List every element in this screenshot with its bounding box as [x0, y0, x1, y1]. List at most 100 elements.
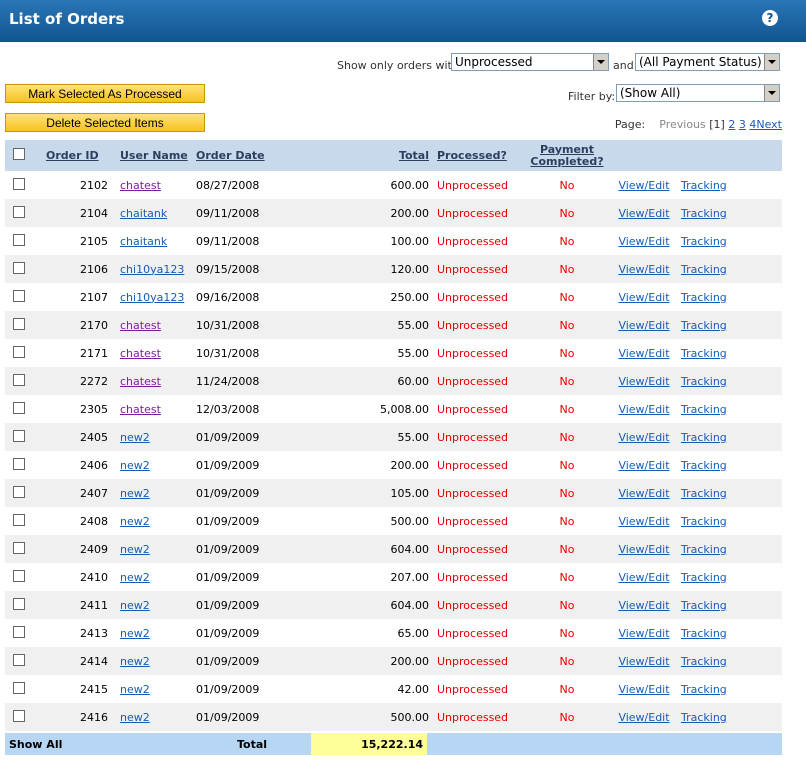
user-name-link[interactable]: new2 — [120, 459, 150, 472]
tracking-link[interactable]: Tracking — [681, 319, 727, 332]
user-name-link[interactable]: chatest — [120, 319, 161, 332]
view-edit-link[interactable]: View/Edit — [618, 711, 669, 724]
tracking-link[interactable]: Tracking — [681, 515, 727, 528]
row-checkbox[interactable] — [13, 597, 25, 610]
col-processed[interactable]: Processed? — [433, 140, 525, 171]
user-name-link[interactable]: new2 — [120, 711, 150, 724]
row-checkbox[interactable] — [13, 513, 25, 526]
view-edit-link[interactable]: View/Edit — [618, 291, 669, 304]
user-name-link[interactable]: chatest — [120, 179, 161, 192]
select-all-checkbox[interactable] — [13, 148, 25, 160]
tracking-link[interactable]: Tracking — [681, 347, 727, 360]
filter-by-select[interactable]: (Show All) — [616, 84, 780, 102]
tracking-cell: Tracking — [679, 339, 782, 367]
view-edit-link[interactable]: View/Edit — [618, 627, 669, 640]
view-edit-link[interactable]: View/Edit — [618, 431, 669, 444]
view-edit-link[interactable]: View/Edit — [618, 599, 669, 612]
view-edit-link[interactable]: View/Edit — [618, 543, 669, 556]
tracking-link[interactable]: Tracking — [681, 543, 727, 556]
row-checkbox[interactable] — [13, 457, 25, 470]
col-total[interactable]: Total — [304, 140, 433, 171]
row-checkbox[interactable] — [13, 541, 25, 554]
tracking-link[interactable]: Tracking — [681, 375, 727, 388]
user-name-link[interactable]: chi10ya123 — [120, 291, 184, 304]
tracking-link[interactable]: Tracking — [681, 599, 727, 612]
row-checkbox[interactable] — [13, 205, 25, 218]
user-name-link[interactable]: chaitank — [120, 207, 167, 220]
user-name-link[interactable]: new2 — [120, 543, 150, 556]
user-name-link[interactable]: chi10ya123 — [120, 263, 184, 276]
pager-next[interactable]: Next — [756, 118, 782, 131]
tracking-link[interactable]: Tracking — [681, 683, 727, 696]
user-name-link[interactable]: new2 — [120, 627, 150, 640]
row-checkbox[interactable] — [13, 485, 25, 498]
tracking-link[interactable]: Tracking — [681, 403, 727, 416]
user-name-link[interactable]: new2 — [120, 599, 150, 612]
user-name-link[interactable]: new2 — [120, 571, 150, 584]
view-edit-link[interactable]: View/Edit — [618, 207, 669, 220]
row-checkbox[interactable] — [13, 653, 25, 666]
user-name-link[interactable]: chaitank — [120, 235, 167, 248]
tracking-link[interactable]: Tracking — [681, 179, 727, 192]
payment-status-select[interactable]: (All Payment Status) — [635, 53, 780, 71]
view-edit-link[interactable]: View/Edit — [618, 683, 669, 696]
tracking-link[interactable]: Tracking — [681, 207, 727, 220]
user-name-link[interactable]: new2 — [120, 431, 150, 444]
tracking-link[interactable]: Tracking — [681, 291, 727, 304]
help-icon[interactable]: ? — [762, 10, 778, 26]
user-name-link[interactable]: chatest — [120, 347, 161, 360]
view-edit-link[interactable]: View/Edit — [618, 403, 669, 416]
view-edit-link[interactable]: View/Edit — [618, 515, 669, 528]
tracking-link[interactable]: Tracking — [681, 487, 727, 500]
view-edit-link[interactable]: View/Edit — [618, 375, 669, 388]
row-checkbox[interactable] — [13, 177, 25, 190]
delete-selected-button[interactable]: Delete Selected Items — [5, 113, 205, 132]
col-order-id[interactable]: Order ID — [33, 140, 120, 171]
tracking-link[interactable]: Tracking — [681, 627, 727, 640]
tracking-link[interactable]: Tracking — [681, 655, 727, 668]
row-checkbox[interactable] — [13, 401, 25, 414]
user-name-link[interactable]: chatest — [120, 403, 161, 416]
view-edit-link[interactable]: View/Edit — [618, 179, 669, 192]
row-checkbox[interactable] — [13, 317, 25, 330]
col-user-name[interactable]: User Name — [120, 140, 196, 171]
row-checkbox[interactable] — [13, 569, 25, 582]
tracking-link[interactable]: Tracking — [681, 711, 727, 724]
user-name-link[interactable]: chatest — [120, 375, 161, 388]
view-edit-link[interactable]: View/Edit — [618, 263, 669, 276]
user-name-link[interactable]: new2 — [120, 655, 150, 668]
order-total: 604.00 — [304, 535, 433, 563]
row-checkbox[interactable] — [13, 625, 25, 638]
row-checkbox[interactable] — [13, 345, 25, 358]
pager-page-2[interactable]: 2 — [728, 118, 735, 131]
tracking-link[interactable]: Tracking — [681, 235, 727, 248]
view-edit-link[interactable]: View/Edit — [618, 571, 669, 584]
row-checkbox[interactable] — [13, 681, 25, 694]
col-order-date[interactable]: Order Date — [196, 140, 304, 171]
view-edit-link[interactable]: View/Edit — [618, 655, 669, 668]
row-checkbox[interactable] — [13, 709, 25, 722]
tracking-link[interactable]: Tracking — [681, 263, 727, 276]
view-edit-link[interactable]: View/Edit — [618, 459, 669, 472]
row-checkbox[interactable] — [13, 373, 25, 386]
view-edit-link[interactable]: View/Edit — [618, 347, 669, 360]
user-name-cell: chaitank — [120, 227, 196, 255]
processed-status-select[interactable]: Unprocessed — [451, 53, 609, 71]
row-checkbox[interactable] — [13, 289, 25, 302]
col-payment-completed[interactable]: Payment Completed? — [525, 140, 609, 171]
user-name-link[interactable]: new2 — [120, 487, 150, 500]
view-edit-link[interactable]: View/Edit — [618, 235, 669, 248]
row-checkbox[interactable] — [13, 233, 25, 246]
show-all-link[interactable]: Show All — [9, 738, 62, 751]
tracking-link[interactable]: Tracking — [681, 571, 727, 584]
tracking-link[interactable]: Tracking — [681, 431, 727, 444]
view-edit-link[interactable]: View/Edit — [618, 487, 669, 500]
pager-page-3[interactable]: 3 — [739, 118, 746, 131]
row-checkbox[interactable] — [13, 429, 25, 442]
mark-processed-button[interactable]: Mark Selected As Processed — [5, 84, 205, 103]
view-edit-link[interactable]: View/Edit — [618, 319, 669, 332]
row-checkbox[interactable] — [13, 261, 25, 274]
user-name-link[interactable]: new2 — [120, 683, 150, 696]
tracking-link[interactable]: Tracking — [681, 459, 727, 472]
user-name-link[interactable]: new2 — [120, 515, 150, 528]
